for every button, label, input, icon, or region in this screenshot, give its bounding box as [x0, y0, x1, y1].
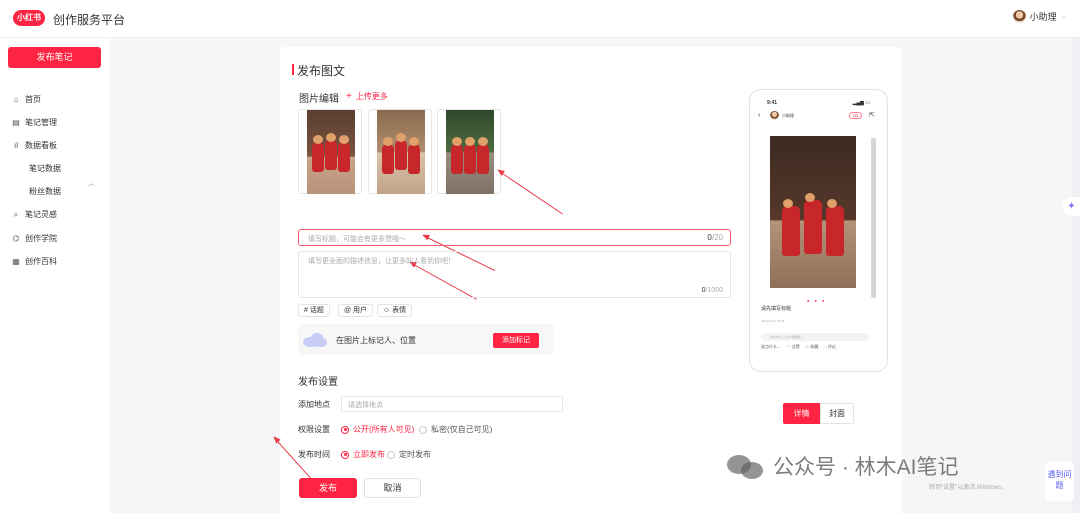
permission-public-radio[interactable]: 公开(所有人可见) [341, 424, 414, 435]
publish-button[interactable]: 发布 [299, 478, 357, 498]
publish-card: 发布图文 图片编辑 + 上传更多 填写标题，可能会有更多赞哦～ 0/20 填写更… [273, 47, 902, 513]
wechat-icon [727, 453, 765, 479]
sidebar-subitem-note-data[interactable]: 笔记数据 [29, 163, 61, 174]
book-icon: ▦ [12, 256, 20, 266]
cloud-icon [303, 331, 327, 348]
emoji-button[interactable]: ☺ 表情 [377, 304, 413, 317]
sidebar-item-inspiration[interactable]: ⌕ 笔记灵感 [12, 209, 57, 220]
permission-label: 权限设置 [298, 425, 330, 434]
preview-comment-action: 说点什么… [761, 344, 781, 349]
windows-activation-note: 转到"设置"以激活 Windows。 [929, 485, 1008, 491]
sidebar: 发布笔记 ⌂ 首页 ▤ 笔记管理 ıl 数据看板 ︿ 笔记数据 粉丝数据 ⌕ 笔记灵感 … [0, 38, 110, 513]
location-label: 添加地点 [298, 400, 330, 409]
bar-chart-icon: ıl [14, 140, 18, 150]
search-icon: ⌕ [13, 209, 19, 219]
preview-action-bar: 说点什么… ♡ 点赞 ☆ 收藏 ◌ 评论 [761, 344, 836, 350]
cat-image [307, 110, 355, 194]
description-placeholder: 填写更全面的描述信息，让更多的人看到你吧！ [308, 258, 455, 265]
sidebar-item-academy[interactable]: ⌬ 创作学院 [12, 233, 58, 244]
watermark: 公众号 · 林木AI笔记 [727, 451, 959, 481]
sidebar-item-data-board[interactable]: ıl 数据看板 [12, 140, 57, 151]
publish-time-label: 发布时间 [298, 450, 330, 459]
sidebar-item-home[interactable]: ⌂ 首页 [12, 94, 41, 105]
title-input[interactable]: 填写标题，可能会有更多赞哦～ 0/20 [298, 229, 731, 246]
help-button[interactable]: 遇到问题 [1045, 462, 1074, 501]
cancel-button[interactable]: 取消 [364, 478, 421, 498]
preview-comment-input: 说点什么，让TA更懂你… [761, 333, 869, 341]
sidebar-item-encyclopedia[interactable]: ▦ 创作百科 [12, 256, 57, 267]
image-edit-label: 图片编辑 [299, 94, 339, 105]
preview-scrollbar [871, 138, 876, 298]
publish-now-radio[interactable]: 立即发布 [341, 449, 385, 460]
user-name: 小助理 [1029, 12, 1057, 22]
top-bar: 小红书 创作服务平台 小助理 ⌵ [0, 0, 1080, 38]
publish-settings-title: 发布设置 [298, 377, 338, 388]
location-select[interactable]: 请选择地点 [341, 396, 563, 412]
platform-title: 创作服务平台 [53, 13, 126, 27]
plus-icon: + [346, 91, 352, 102]
title-char-count: 0/20 [707, 233, 723, 242]
sparkle-icon[interactable]: ✦ [1063, 197, 1080, 216]
permission-private-radio[interactable]: 私密(仅自己可见) [419, 424, 492, 435]
comment-icon: ◌ 评论 [824, 344, 836, 349]
back-icon: ‹ [758, 112, 761, 119]
cat-image [446, 110, 494, 194]
preview-date: 2024-03-11 15:46 [761, 319, 785, 323]
mark-section: 在图片上标记人、位置 添加标记 [298, 324, 554, 355]
watermark-text: 公众号 · 林木AI笔记 [773, 456, 959, 479]
share-icon: ⇱ [869, 112, 875, 119]
add-mark-button[interactable]: 添加标记 [493, 333, 539, 348]
tab-cover[interactable]: 封面 [820, 403, 854, 424]
phone-preview: 9:41 ▂▄▆ ▭ ‹ 小助理 1/3 ⇱ ● ● ● 请先填写标题 2024… [749, 89, 888, 372]
image-thumbnail[interactable] [298, 109, 362, 194]
document-icon: ▤ [12, 117, 20, 127]
image-thumbnail[interactable] [368, 109, 432, 194]
annotation-arrow [497, 170, 563, 215]
topic-button[interactable]: # 话题 [298, 304, 330, 317]
app-logo[interactable]: 小红书 [13, 10, 45, 26]
page-title: 发布图文 [297, 64, 346, 78]
sidebar-item-note-management[interactable]: ▤ 笔记管理 [12, 117, 57, 128]
description-textarea[interactable]: 填写更全面的描述信息，让更多的人看到你吧！ 0/1000 [298, 251, 731, 298]
page-scrollbar[interactable] [1072, 38, 1080, 513]
image-thumbnail[interactable] [437, 109, 501, 194]
mark-description: 在图片上标记人、位置 [336, 336, 416, 345]
preview-image [770, 136, 856, 288]
carousel-dots: ● ● ● [807, 298, 827, 303]
title-placeholder: 填写标题，可能会有更多赞哦～ [308, 236, 406, 243]
location-placeholder: 请选择地点 [348, 402, 383, 409]
heart-icon: ♡ 点赞 [787, 344, 800, 349]
cat-image [377, 110, 425, 194]
user-menu[interactable]: 小助理 ⌵ [1012, 10, 1066, 23]
chevron-up-icon[interactable]: ︿ [88, 178, 95, 188]
chevron-down-icon: ⌵ [1060, 12, 1066, 20]
preview-caption: 请先填写标题 [761, 306, 792, 312]
graduation-cap-icon: ⌬ [12, 233, 20, 243]
home-icon: ⌂ [13, 94, 19, 104]
avatar [770, 111, 779, 120]
description-char-count: 0/1000 [701, 287, 723, 294]
upload-more-button[interactable]: + 上传更多 [346, 91, 388, 102]
sidebar-subitem-fan-data[interactable]: 粉丝数据 [29, 186, 61, 197]
avatar [1012, 10, 1026, 23]
tab-detail[interactable]: 详情 [783, 403, 820, 424]
signal-battery-icon: ▂▄▆ ▭ [852, 100, 870, 106]
title-accent-bar [292, 64, 294, 75]
preview-user-name: 小助理 [782, 113, 794, 118]
mention-user-button[interactable]: @ 用户 [338, 304, 374, 317]
star-icon: ☆ 收藏 [805, 344, 819, 349]
publish-note-button[interactable]: 发布笔记 [8, 47, 101, 68]
phone-time: 9:41 [767, 100, 778, 106]
page-indicator: 1/3 [849, 112, 862, 119]
publish-scheduled-radio[interactable]: 定时发布 [387, 449, 431, 460]
